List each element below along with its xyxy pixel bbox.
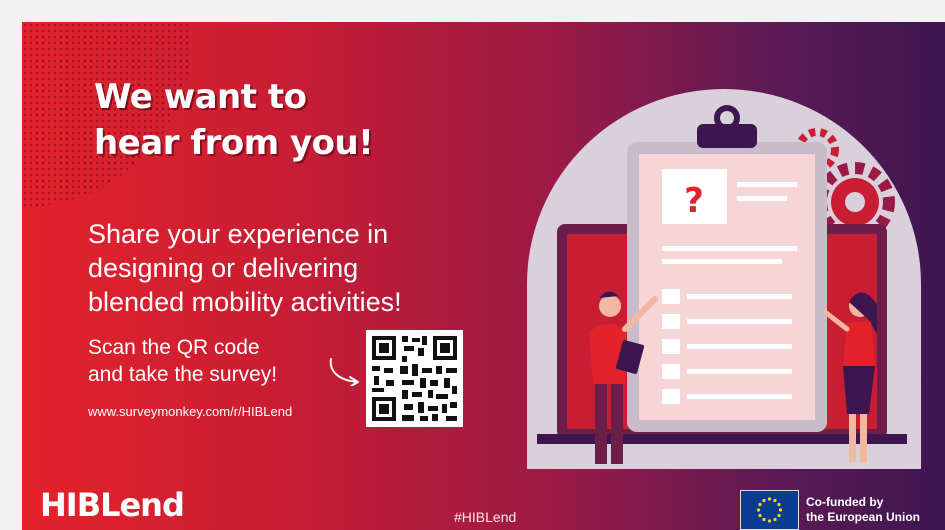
scan-line-2: and take the survey! [88,363,278,386]
eu-flag-icon [740,490,799,530]
hashtag: #HIBLend [454,509,517,525]
eu-funding-badge: Co-funded by the European Union [740,490,920,530]
headline: We want to hear from you! [94,74,374,166]
scan-instructions: Scan the QR code and take the survey! [88,334,277,388]
qr-code[interactable] [366,330,463,427]
hiblend-logo: HIBLend [40,486,185,524]
invitation-line-1: Share your experience in [88,219,389,249]
scan-line-1: Scan the QR code [88,336,260,359]
eu-line-2: the European Union [806,510,920,524]
eu-line-1: Co-funded by [806,495,884,509]
survey-banner: We want to hear from you! Share your exp… [22,22,945,530]
survey-link[interactable]: www.surveymonkey.com/r/HIBLend [88,404,292,419]
curved-arrow-icon [329,358,359,386]
invitation-line-3: blended mobility activities! [88,287,402,317]
headline-line-2: hear from you! [94,123,374,163]
invitation-line-2: designing or delivering [88,253,359,283]
survey-illustration: ? [527,89,921,469]
headline-line-1: We want to [94,77,307,117]
question-mark-icon: ? [684,181,704,221]
invitation-text: Share your experience in designing or de… [88,217,402,319]
eu-funding-text: Co-funded by the European Union [806,495,920,525]
